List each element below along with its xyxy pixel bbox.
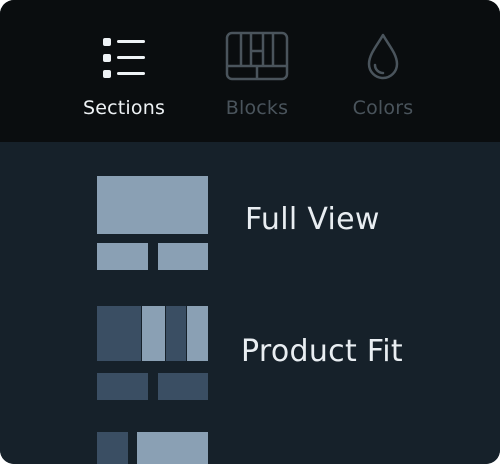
grid-blocks-icon [225,31,289,81]
list-icon [103,38,145,78]
section-picker-panel: Sections Blocks Colors Full View Product… [0,0,500,464]
section-item-full-view[interactable]: Full View [0,170,500,274]
tab-colors[interactable]: Colors [323,0,443,142]
product-fit-thumbnail [97,306,208,400]
section-item-product-fit[interactable]: Product Fit [0,302,500,406]
tab-blocks-label: Blocks [225,97,289,119]
partial-section-thumbnail [97,432,208,464]
sections-list: Full View Product Fit [0,142,500,464]
full-view-thumbnail [97,176,208,270]
section-label-product-fit: Product Fit [241,334,403,369]
tab-bar: Sections Blocks Colors [0,0,500,142]
section-label-full-view: Full View [245,202,380,237]
tab-blocks[interactable]: Blocks [197,0,317,142]
tab-colors-label: Colors [352,97,414,119]
tab-sections[interactable]: Sections [64,0,184,142]
section-item-partial[interactable] [0,430,500,464]
tab-sections-label: Sections [82,97,166,119]
droplet-icon [367,33,399,80]
